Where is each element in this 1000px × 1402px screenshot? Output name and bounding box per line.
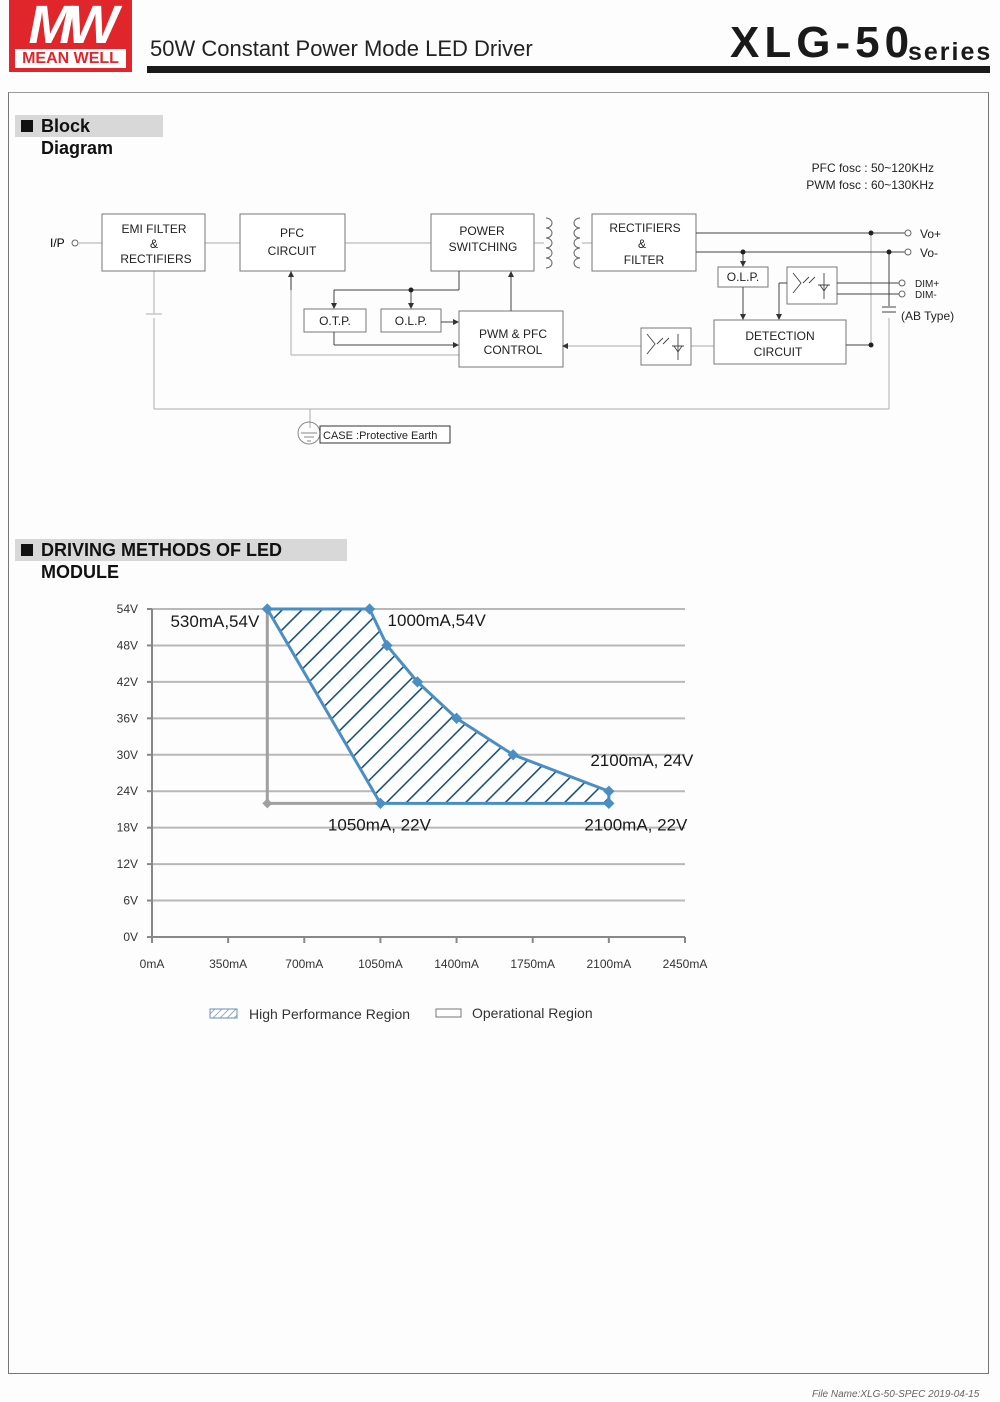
optocoupler-block (640, 327, 692, 366)
legend-label-high-performance: High Performance Region (249, 1006, 410, 1022)
data-annotation: 2100mA, 24V (590, 751, 694, 770)
y-tick-label: 42V (117, 675, 138, 689)
emi-label-2: & (150, 237, 158, 251)
x-tick-label: 2100mA (587, 957, 632, 971)
y-tick-label: 54V (117, 602, 138, 616)
operational-corner-marker (262, 798, 273, 809)
y-tick-label: 30V (117, 748, 138, 762)
x-tick-label: 700mA (285, 957, 323, 971)
otp-label: O.T.P. (319, 314, 351, 328)
x-tick-label: 1050mA (358, 957, 403, 971)
header-rule (147, 66, 990, 73)
junction-dot (868, 342, 874, 348)
series-label: series (908, 38, 993, 66)
emi-label-3: RECTIFIERS (120, 252, 191, 266)
pfc-frequency: PFC fosc : 50~120KHz (812, 161, 934, 175)
file-name-footer: File Name:XLG-50-SPEC 2019-04-15 (812, 1389, 980, 1400)
logo-brand-name: MEAN WELL (15, 49, 126, 68)
x-tick-label: 350mA (209, 957, 247, 971)
pfc-label-1: PFC (280, 226, 304, 240)
x-tick-label: 1750mA (510, 957, 555, 971)
data-annotation: 1050mA, 22V (328, 815, 432, 834)
power-switching-label-1: POWER (459, 224, 505, 238)
bullet-square-icon (21, 544, 33, 556)
rectifiers-label-2: & (638, 237, 646, 251)
olp-left-label: O.L.P. (395, 314, 427, 328)
block-diagram-heading: Block Diagram (15, 115, 163, 158)
y-tick-label: 24V (117, 784, 138, 798)
pwm-label-2: CONTROL (484, 343, 543, 357)
legend-swatch-high-performance (209, 1008, 238, 1019)
high-performance-region (265, 607, 611, 805)
vo-plus-terminal (904, 229, 912, 237)
block-diagram: PFC fosc : 50~120KHz PWM fosc : 60~130KH… (50, 161, 954, 445)
data-annotation: 530mA,54V (170, 612, 259, 631)
y-tick-label: 18V (117, 821, 138, 835)
input-terminal (71, 239, 79, 247)
model-title: XLG-50 (730, 18, 915, 67)
pfc-label-2: CIRCUIT (268, 244, 317, 258)
rectifiers-label-3: FILTER (624, 253, 665, 267)
detection-label-2: CIRCUIT (754, 345, 803, 359)
legend-swatch-operational (435, 1008, 462, 1018)
vo-minus-terminal (904, 248, 912, 256)
x-tick-label: 2450mA (663, 957, 708, 971)
transformer-icon (545, 217, 581, 269)
driving-methods-chart: 0V 6V 12V 18V 24V 30V 36V 42V 48V 54V 0mA 350mA 700m… (117, 602, 708, 1022)
case-label: CASE :Protective Earth (323, 430, 437, 442)
dim-minus-terminal (898, 290, 906, 298)
y-tick-label: 0V (123, 930, 138, 944)
vo-plus-label: Vo+ (920, 227, 941, 241)
protective-earth-icon (297, 421, 321, 445)
junction-dot (886, 249, 892, 255)
mean-well-logo: MW MEAN WELL (9, 0, 132, 72)
rectifiers-label-1: RECTIFIERS (609, 221, 680, 235)
vo-minus-label: Vo- (920, 246, 938, 260)
y-tick-label: 48V (117, 638, 138, 652)
ab-type-label: (AB Type) (901, 309, 954, 323)
emi-label-1: EMI FILTER (121, 222, 186, 236)
logo-mark: MW (28, 0, 119, 55)
dim-plus-label: DIM+ (915, 279, 939, 290)
y-tick-label: 12V (117, 857, 138, 871)
olp-right-label: O.L.P. (727, 270, 759, 284)
x-tick-label: 0mA (140, 957, 165, 971)
x-tick-label: 1400mA (434, 957, 479, 971)
input-label: I/P (50, 236, 65, 250)
power-switching-label-2: SWITCHING (449, 240, 518, 254)
pwm-frequency: PWM fosc : 60~130KHz (806, 178, 934, 192)
data-annotation: 1000mA,54V (388, 611, 487, 630)
y-tick-label: 6V (123, 894, 138, 908)
product-subtitle: 50W Constant Power Mode LED Driver (150, 36, 533, 61)
data-annotation: 2100mA, 22V (584, 815, 688, 834)
bullet-square-icon (21, 120, 33, 132)
dim-minus-label: DIM- (915, 290, 937, 301)
y-tick-label: 36V (117, 711, 138, 725)
junction-dot (740, 249, 746, 255)
junction-dot (868, 230, 874, 236)
detection-label-1: DETECTION (745, 329, 814, 343)
legend-label-operational: Operational Region (472, 1005, 593, 1021)
dim-plus-terminal (898, 279, 906, 287)
pfc-circuit-block (239, 213, 346, 272)
pwm-label-1: PWM & PFC (479, 327, 547, 341)
junction-dot (408, 287, 414, 293)
driving-methods-heading: DRIVING METHODS OF LED MODULE (15, 539, 347, 582)
dimming-optocoupler-block (786, 266, 838, 305)
